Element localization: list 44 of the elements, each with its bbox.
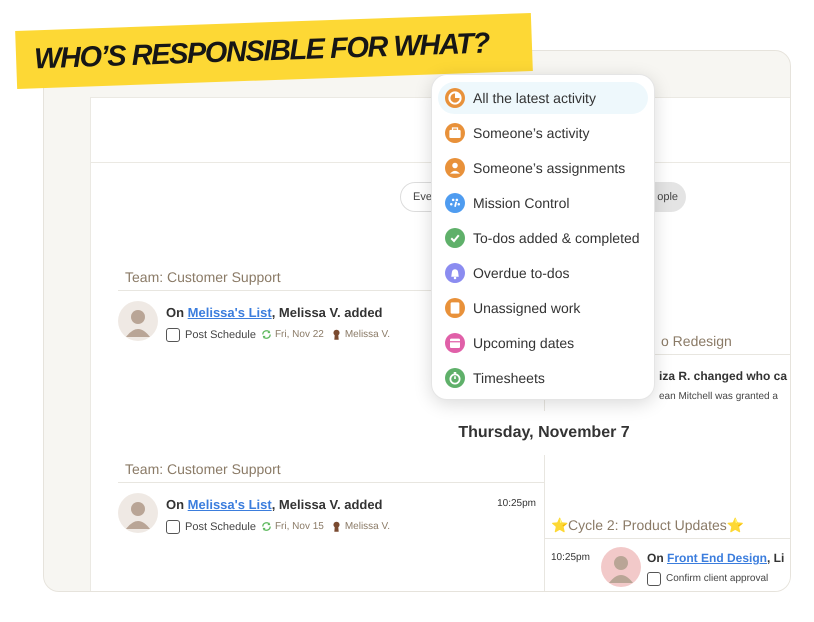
assignee-name: Melissa V. bbox=[344, 328, 390, 342]
checkmark-icon bbox=[445, 228, 465, 248]
due-date: Fri, Nov 15 bbox=[274, 520, 324, 534]
avatar-icon bbox=[601, 547, 641, 587]
avatar-icon bbox=[118, 493, 158, 533]
repeat-icon bbox=[260, 329, 272, 340]
clipboard-icon bbox=[445, 298, 465, 318]
todo-label: Post Schedule bbox=[185, 520, 256, 534]
entry-headline: On Front End Design, Li bbox=[647, 550, 784, 567]
day-heading: Thursday, November 7 bbox=[458, 423, 630, 443]
assignee-name: Melissa V. bbox=[344, 520, 390, 534]
avatar-icon bbox=[118, 301, 158, 341]
entry-headline: On Melissa's List, Melissa V. added bbox=[166, 304, 384, 322]
banner-title: WHO’S RESPONSIBLE FOR WHAT? bbox=[34, 29, 490, 74]
entry-time: 10:25pm bbox=[551, 551, 591, 565]
checkbox[interactable] bbox=[647, 572, 661, 586]
menu-item[interactable]: Someone’s activity bbox=[438, 117, 648, 149]
list-link[interactable]: Melissa's List bbox=[188, 305, 272, 320]
entry-headline: iza R. changed who ca bbox=[658, 368, 788, 385]
entry-time: 10:25pm bbox=[497, 497, 536, 511]
todo-label: Post Schedule bbox=[185, 328, 256, 342]
calendar-icon bbox=[445, 333, 465, 353]
team-heading: ⭐Cycle 2: Product Updates⭐ bbox=[545, 515, 790, 539]
stopwatch-icon bbox=[445, 368, 465, 388]
checkbox[interactable] bbox=[166, 520, 180, 534]
menu-item[interactable]: Unassigned work bbox=[438, 292, 648, 324]
team-heading: Team: Customer Support bbox=[118, 459, 544, 483]
menu-item[interactable]: All the latest activity bbox=[438, 82, 648, 114]
list-link[interactable]: Front End Design bbox=[667, 551, 767, 565]
menu-item[interactable]: Timesheets bbox=[438, 362, 648, 394]
due-date: Fri, Nov 22 bbox=[274, 328, 324, 342]
entry-headline: On Melissa's List, Melissa V. added bbox=[166, 496, 384, 514]
repeat-icon bbox=[260, 521, 272, 532]
checkbox[interactable] bbox=[166, 328, 180, 342]
menu-item[interactable]: Mission Control bbox=[438, 187, 648, 219]
gauge-icon bbox=[445, 193, 465, 213]
list-link[interactable]: Melissa's List bbox=[188, 497, 272, 512]
bell-icon bbox=[445, 263, 465, 283]
todo-label: Confirm client approval bbox=[666, 572, 768, 586]
menu-item[interactable]: To-dos added & completed bbox=[438, 222, 648, 254]
pie-icon bbox=[445, 88, 465, 108]
entry-detail: ean Mitchell was granted a bbox=[658, 390, 779, 404]
briefcase-icon bbox=[445, 123, 465, 143]
menu-item[interactable]: Someone’s assignments bbox=[438, 152, 648, 184]
